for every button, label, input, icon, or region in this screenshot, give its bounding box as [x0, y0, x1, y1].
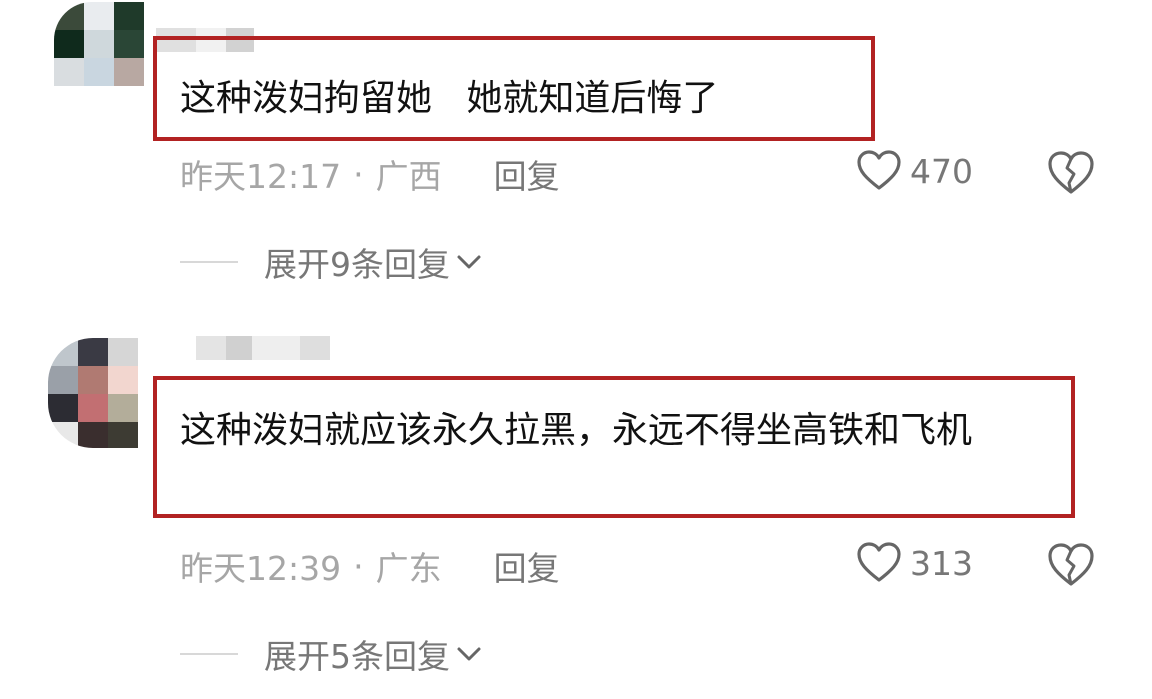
dislike-button[interactable]: [1046, 150, 1096, 196]
like-count: 470: [910, 151, 973, 191]
heart-outline-icon: [857, 542, 901, 582]
comment-text: 这种泼妇就应该永久拉黑，永远不得坐高铁和飞机: [180, 410, 973, 451]
expand-replies[interactable]: 展开5条回复: [180, 630, 482, 678]
comment-meta: 昨天12:39 · 广东 回复: [180, 542, 560, 590]
separator: ·: [353, 154, 364, 194]
like-button[interactable]: 313: [856, 542, 973, 584]
chevron-down-icon: [457, 255, 481, 269]
reply-button[interactable]: 回复: [494, 150, 560, 198]
location: 广西: [375, 157, 442, 196]
expand-replies[interactable]: 展开9条回复: [180, 238, 482, 286]
chevron-down-icon: [457, 647, 481, 661]
broken-heart-icon: [1048, 151, 1094, 194]
like-button[interactable]: 470: [856, 150, 973, 192]
reply-button[interactable]: 回复: [494, 542, 560, 590]
expand-replies-label: 展开9条回复: [264, 245, 450, 284]
divider-line: [180, 261, 238, 263]
avatar[interactable]: [54, 2, 144, 112]
heart-outline-icon: [857, 150, 901, 190]
like-count: 313: [910, 543, 973, 583]
comment-meta: 昨天12:17 · 广西 回复: [180, 150, 560, 198]
separator: ·: [353, 546, 364, 586]
timestamp: 昨天12:17: [180, 157, 342, 196]
comment-text: 这种泼妇拘留她 她就知道后悔了: [180, 78, 719, 119]
expand-replies-label: 展开5条回复: [264, 637, 450, 676]
location: 广东: [375, 549, 442, 588]
avatar[interactable]: [48, 338, 138, 448]
divider-line: [180, 653, 238, 655]
timestamp: 昨天12:39: [180, 549, 342, 588]
broken-heart-icon: [1048, 543, 1094, 586]
dislike-button[interactable]: [1046, 542, 1096, 588]
username-blurred[interactable]: [196, 336, 330, 360]
